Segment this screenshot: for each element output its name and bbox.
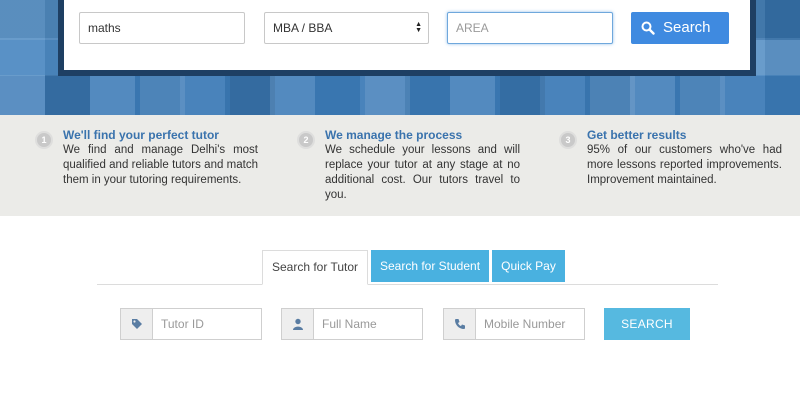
step-title: We'll find your perfect tutor	[63, 128, 219, 142]
full-name-field[interactable]: Full Name	[281, 308, 423, 340]
search-button-label: Search	[663, 19, 711, 36]
step-description: We find and manage Delhi's most qualifie…	[63, 144, 258, 186]
step-number-badge: 2	[297, 131, 315, 149]
hero-tile	[45, 75, 90, 115]
course-select[interactable]: MBA / BBA ▲ ▼	[264, 12, 429, 44]
area-placeholder: AREA	[456, 21, 489, 35]
hero-tile	[755, 40, 800, 75]
mobile-addon	[444, 309, 476, 339]
area-input[interactable]: AREA	[447, 12, 613, 44]
mobile-placeholder: Mobile Number	[484, 317, 566, 331]
step-description: 95% of our customers who've had more les…	[587, 144, 782, 186]
hero-tile	[140, 75, 185, 115]
tabs-divider	[97, 284, 718, 285]
tab-search-for-tutor[interactable]: Search for Tutor	[262, 250, 368, 285]
phone-icon	[455, 319, 465, 329]
search-card: maths MBA / BBA ▲ ▼ AREA Search	[58, 0, 756, 76]
tutor-id-field[interactable]: Tutor ID	[120, 308, 262, 340]
keyword-value: maths	[88, 21, 121, 35]
step-description: We schedule your lessons and will replac…	[325, 144, 520, 201]
lower-search-button[interactable]: SEARCH	[604, 308, 690, 340]
hero-tile	[755, 0, 800, 40]
course-selected: MBA / BBA	[273, 21, 333, 35]
full-name-addon	[282, 309, 314, 339]
search-card-inner: maths MBA / BBA ▲ ▼ AREA Search	[64, 0, 750, 70]
hero-tile	[0, 0, 58, 40]
full-name-placeholder: Full Name	[322, 317, 377, 331]
tab-quick-pay[interactable]: Quick Pay	[492, 250, 565, 282]
hero-tile	[500, 75, 545, 115]
user-icon	[293, 318, 303, 330]
tab-search-for-student[interactable]: Search for Student	[371, 250, 489, 282]
search-icon	[641, 21, 655, 35]
keyword-input[interactable]: maths	[79, 12, 245, 44]
step-number-badge: 1	[35, 131, 53, 149]
mobile-number-field[interactable]: Mobile Number	[443, 308, 585, 340]
hero-banner: maths MBA / BBA ▲ ▼ AREA Search	[0, 0, 800, 115]
updown-arrows-icon: ▲ ▼	[415, 21, 422, 34]
hero-tile	[0, 75, 45, 115]
search-button[interactable]: Search	[631, 12, 729, 44]
how-it-works-strip: 1 We'll find your perfect tutor We find …	[0, 115, 800, 216]
hero-tile	[680, 75, 725, 115]
hero-tile	[590, 75, 635, 115]
hero-tile	[365, 75, 410, 115]
step-title: Get better results	[587, 128, 687, 142]
step-title: We manage the process	[325, 128, 463, 142]
step-number-badge: 3	[559, 131, 577, 149]
tutor-id-placeholder: Tutor ID	[161, 317, 204, 331]
tutor-id-addon	[121, 309, 153, 339]
tag-icon	[132, 319, 142, 329]
hero-tile	[230, 75, 275, 115]
